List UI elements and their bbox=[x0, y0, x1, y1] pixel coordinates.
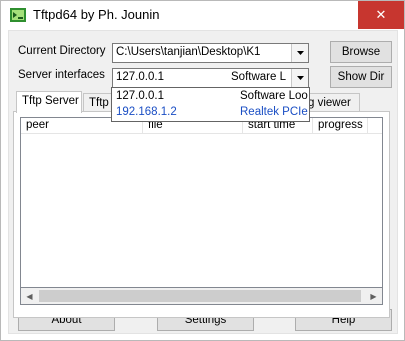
window-title: Tftpd64 by Ph. Jounin bbox=[33, 7, 160, 22]
browse-button[interactable]: Browse bbox=[330, 41, 392, 63]
current-directory-label: Current Directory bbox=[18, 45, 106, 57]
close-button[interactable]: ✕ bbox=[358, 1, 404, 29]
show-dir-button-label: Show Dir bbox=[337, 71, 385, 83]
server-interfaces-desc: Software L bbox=[231, 71, 286, 83]
dropdown-item-desc: Realtek PCIe G bbox=[240, 106, 308, 118]
dropdown-item-desc: Software Loop bbox=[240, 90, 308, 102]
dropdown-item[interactable]: 127.0.0.1 Software Loop bbox=[112, 89, 309, 105]
server-interfaces-combo[interactable]: 127.0.0.1 Software L bbox=[112, 68, 309, 88]
tab-label: g viewer bbox=[308, 97, 351, 109]
scroll-right-icon[interactable]: ▶ bbox=[365, 288, 382, 304]
app-icon bbox=[10, 8, 26, 22]
title-bar[interactable]: Tftpd64 by Ph. Jounin ✕ bbox=[1, 1, 404, 30]
scrollbar-thumb[interactable] bbox=[39, 290, 361, 302]
dropdown-item-ip: 127.0.0.1 bbox=[116, 90, 164, 102]
tab-log-viewer[interactable]: g viewer bbox=[305, 93, 360, 113]
tab-tftp-client[interactable]: Tftp C bbox=[83, 93, 113, 113]
server-interfaces-label: Server interfaces bbox=[18, 69, 105, 81]
server-interfaces-ip: 127.0.0.1 bbox=[116, 71, 164, 83]
column-header-progress[interactable]: progress bbox=[313, 118, 368, 134]
transfer-list[interactable]: peer file start time progress bbox=[20, 117, 383, 288]
dropdown-item-ip: 192.168.1.2 bbox=[116, 106, 177, 118]
app-window: Tftpd64 by Ph. Jounin ✕ Current Director… bbox=[0, 0, 405, 341]
column-label: progress bbox=[318, 119, 363, 131]
client-area: Current Directory C:\Users\tanjian\Deskt… bbox=[8, 30, 398, 334]
scroll-left-icon[interactable]: ◀ bbox=[21, 288, 38, 304]
horizontal-scrollbar[interactable]: ◀ ▶ bbox=[20, 288, 383, 305]
tab-label: Tftp C bbox=[89, 97, 112, 109]
chevron-down-icon[interactable] bbox=[291, 44, 308, 62]
close-icon: ✕ bbox=[375, 7, 387, 22]
server-interfaces-dropdown[interactable]: 127.0.0.1 Software Loop 192.168.1.2 Real… bbox=[111, 87, 310, 122]
tab-tftp-server[interactable]: Tftp Server bbox=[16, 91, 82, 113]
tftp-server-panel: peer file start time progress ◀ ▶ bbox=[13, 111, 390, 318]
dropdown-item[interactable]: 192.168.1.2 Realtek PCIe G bbox=[112, 105, 309, 121]
current-directory-combo[interactable]: C:\Users\tanjian\Desktop\K1 bbox=[112, 43, 309, 63]
chevron-down-icon[interactable] bbox=[291, 69, 308, 87]
current-directory-value: C:\Users\tanjian\Desktop\K1 bbox=[116, 46, 261, 58]
show-dir-button[interactable]: Show Dir bbox=[330, 66, 392, 88]
column-label: peer bbox=[26, 119, 50, 131]
tab-label: Tftp Server bbox=[22, 95, 79, 107]
browse-button-label: Browse bbox=[341, 46, 381, 58]
